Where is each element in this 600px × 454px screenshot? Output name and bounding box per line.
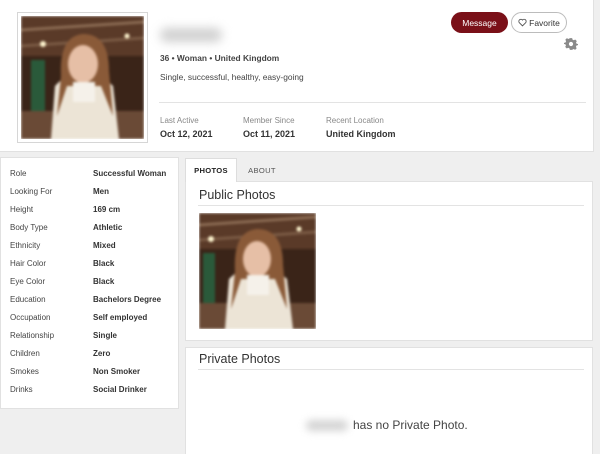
detail-label: Children [10,349,40,358]
details-card: Role Successful Woman Looking For Men He… [0,157,179,409]
detail-value: Athletic [93,223,123,232]
private-photos-card: Private Photos has no Private Photo. [185,347,593,454]
stat-last-active: Last Active Oct 12, 2021 [160,116,213,139]
detail-value: Successful Woman [93,169,167,178]
divider [198,369,584,370]
profile-name-redacted [160,28,222,42]
no-private-photo-text: has no Private Photo. [353,418,468,432]
stat-label: Last Active [160,116,199,125]
detail-value: Black [93,277,115,286]
detail-label: Relationship [10,331,55,340]
divider [198,205,584,206]
stat-label: Member Since [243,116,295,125]
stat-value: Oct 11, 2021 [243,129,296,139]
stat-value: Oct 12, 2021 [160,129,213,139]
detail-value: Men [93,187,109,196]
detail-label: Smokes [10,367,39,376]
detail-label: Hair Color [10,259,47,268]
heart-icon [518,18,527,27]
detail-label: Ethnicity [10,241,41,250]
message-button[interactable]: Message [451,12,508,33]
detail-value: 169 cm [93,205,121,214]
detail-label: Eye Color [10,277,46,286]
detail-value: Black [93,259,115,268]
public-photo-thumbnail[interactable] [199,213,316,329]
profile-photo[interactable] [17,12,148,143]
profile-name-redacted [306,419,348,431]
detail-value: Zero [93,349,111,358]
tab-about[interactable]: ABOUT [237,158,287,182]
detail-label: Height [10,205,34,214]
stat-value: United Kingdom [326,129,396,139]
stat-label: Recent Location [326,116,384,125]
detail-value: Bachelors Degree [93,295,162,304]
detail-label: Education [10,295,46,304]
detail-label: Looking For [10,187,53,196]
stat-member-since: Member Since Oct 11, 2021 [243,116,295,139]
detail-value: Self employed [93,313,148,322]
gear-icon[interactable] [564,37,578,51]
favorite-button[interactable]: Favorite [511,12,567,33]
public-photos-card: Public Photos [185,181,593,341]
profile-tagline: Single, successful, healthy, easy-going [160,72,304,82]
tab-photos[interactable]: PHOTOS [185,158,237,182]
divider [159,102,586,103]
detail-value: Mixed [93,241,116,250]
private-photos-title: Private Photos [199,352,281,366]
detail-value: Single [93,331,118,340]
detail-label: Occupation [10,313,51,322]
public-photos-title: Public Photos [199,188,276,202]
stat-recent-location: Recent Location United Kingdom [326,116,396,139]
detail-label: Drinks [10,385,33,394]
detail-label: Role [10,169,27,178]
detail-value: Non Smoker [93,367,141,376]
favorite-label: Favorite [529,17,560,28]
profile-header-card: 36 • Woman • United Kingdom Single, succ… [0,0,594,152]
profile-summary: 36 • Woman • United Kingdom [160,53,280,63]
detail-value: Social Drinker [93,385,147,394]
no-private-photo-message: has no Private Photo. [306,418,468,432]
detail-label: Body Type [10,223,48,232]
